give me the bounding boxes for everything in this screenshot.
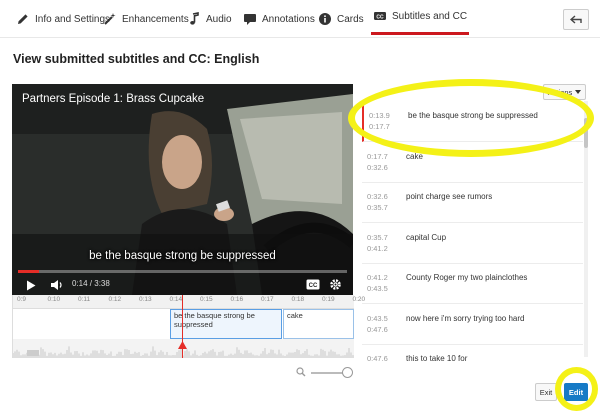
tab-label: Audio bbox=[206, 13, 232, 25]
subtitle-row[interactable]: 0:32.6 0:35.7 point charge see rumors bbox=[362, 182, 583, 223]
timeline-tick-label: 0:9 bbox=[17, 296, 27, 303]
cc-toggle-icon[interactable]: CC bbox=[306, 279, 320, 290]
subtitle-text: capital Cup bbox=[406, 232, 447, 242]
tab-enhancements[interactable]: Enhancements bbox=[103, 0, 189, 38]
tab-info-and-settings[interactable]: Info and Settings bbox=[16, 0, 110, 38]
cc-icon: CC bbox=[374, 12, 386, 20]
timeline-tick-label: 0:10 bbox=[47, 296, 61, 303]
play-icon[interactable] bbox=[26, 280, 36, 291]
highlight-ellipse bbox=[348, 79, 594, 157]
timeline-tick-label: 0:19 bbox=[322, 296, 335, 303]
info-icon bbox=[319, 13, 331, 25]
tab-cards[interactable]: Cards bbox=[318, 0, 364, 38]
zoom-icon bbox=[296, 367, 306, 377]
video-controls: 0:14 / 3:38 CC bbox=[12, 275, 353, 295]
highlight-circle bbox=[555, 367, 598, 411]
tab-annotations[interactable]: Annotations bbox=[243, 0, 315, 38]
video-progress-fill bbox=[18, 270, 40, 273]
video-frame bbox=[12, 84, 353, 295]
subtitle-row[interactable]: 0:41.2 0:43.5 County Roger my two plainclo… bbox=[362, 263, 583, 304]
timeline-tick-label: 0:11 bbox=[78, 296, 91, 303]
magic-wand-icon bbox=[104, 13, 116, 25]
settings-gear-icon[interactable] bbox=[329, 278, 342, 291]
subtitle-start-time: 0:41.2 bbox=[367, 273, 388, 282]
svg-text:CC: CC bbox=[376, 14, 384, 20]
tab-label: Subtitles and CC bbox=[392, 10, 468, 22]
subtitle-start-time: 0:47.6 bbox=[367, 354, 388, 361]
annotation-icon bbox=[244, 14, 256, 25]
timeline-tick-label: 0:16 bbox=[230, 296, 244, 303]
subtitle-row[interactable]: 0:35.7 0:41.2 capital Cup bbox=[362, 223, 583, 264]
subtitle-text: this to take 10 for bbox=[406, 354, 468, 361]
music-note-icon bbox=[190, 12, 199, 25]
video-progress-bar[interactable] bbox=[18, 270, 347, 273]
timeline-tick-label: 0:15 bbox=[200, 296, 213, 303]
video-time: 0:14 / 3:38 bbox=[72, 279, 110, 288]
subtitle-timeline[interactable]: 0:9 0:10 0:11 0:12 0:13 0:14 0:15 0:16 0:17 0:18 0… bbox=[12, 295, 365, 358]
timeline-tick-label: 0:14 bbox=[169, 296, 183, 303]
subtitle-start-time: 0:35.7 bbox=[367, 232, 388, 242]
playhead-marker-icon bbox=[178, 341, 187, 349]
timeline-cue[interactable]: cake bbox=[283, 309, 354, 339]
subtitle-end-time: 0:43.5 bbox=[367, 284, 388, 293]
subtitle-end-time: 0:47.6 bbox=[367, 324, 388, 334]
subtitle-start-time: 0:32.6 bbox=[367, 192, 388, 201]
timeline-tick-label: 0:13 bbox=[139, 296, 152, 303]
svg-text:CC: CC bbox=[309, 283, 318, 289]
timeline-zoom[interactable] bbox=[296, 366, 356, 380]
back-arrow-icon bbox=[570, 14, 582, 24]
exit-button[interactable]: Exit bbox=[535, 383, 557, 401]
video-caption-overlay: be the basque strong be suppressed bbox=[89, 250, 276, 262]
timeline-tick-label: 0:18 bbox=[291, 296, 305, 303]
tab-label: Enhancements bbox=[122, 13, 189, 25]
chevron-down-icon bbox=[575, 90, 582, 94]
tab-audio[interactable]: Audio bbox=[187, 0, 232, 38]
video-title: Partners Episode 1: Brass Cupcake bbox=[22, 93, 205, 105]
zoom-slider-thumb[interactable] bbox=[342, 367, 353, 378]
page-title: View submitted subtitles and CC: English bbox=[13, 52, 260, 66]
subtitle-end-time: 0:35.7 bbox=[367, 203, 388, 212]
tab-subtitles-and-cc[interactable]: CC Subtitles and CC bbox=[371, 0, 470, 35]
back-button[interactable] bbox=[563, 9, 589, 30]
tab-label: Annotations bbox=[262, 13, 315, 25]
subtitle-start-time: 0:43.5 bbox=[367, 313, 388, 323]
subtitle-start-time: 0:17.7 bbox=[367, 151, 388, 161]
subtitle-end-time: 0:41.2 bbox=[367, 243, 388, 253]
subtitle-row[interactable]: 0:43.5 0:47.6 now here i'm sorry trying to… bbox=[362, 304, 583, 345]
timeline-tick-label: 0:12 bbox=[108, 296, 122, 303]
subtitle-row[interactable]: 0:47.60:52.8this to take 10 for bbox=[362, 344, 583, 361]
subtitle-text: County Roger my two plainclothes bbox=[406, 273, 528, 282]
timeline-cue[interactable]: be the basque strong be suppressed bbox=[170, 309, 282, 339]
subtitle-text: point charge see rumors bbox=[406, 192, 493, 201]
tab-label: Cards bbox=[337, 13, 364, 25]
timeline-tick-label: 0:17 bbox=[261, 296, 274, 303]
pencil-icon bbox=[18, 14, 28, 24]
subtitle-end-time: 0:32.6 bbox=[367, 162, 388, 172]
subtitle-text: now here i'm sorry trying too hard bbox=[406, 313, 525, 323]
volume-icon[interactable] bbox=[50, 279, 64, 291]
timeline-ruler: 0:9 0:10 0:11 0:12 0:13 0:14 0:15 0:16 0:17 0:18 0… bbox=[13, 295, 365, 309]
timeline-scroll-handle[interactable] bbox=[27, 350, 39, 356]
tab-bar: Info and Settings Enhancements Audio Ann… bbox=[0, 0, 600, 38]
tab-label: Info and Settings bbox=[35, 13, 111, 25]
video-player[interactable]: Partners Episode 1: Brass Cupcake be the… bbox=[12, 84, 353, 295]
